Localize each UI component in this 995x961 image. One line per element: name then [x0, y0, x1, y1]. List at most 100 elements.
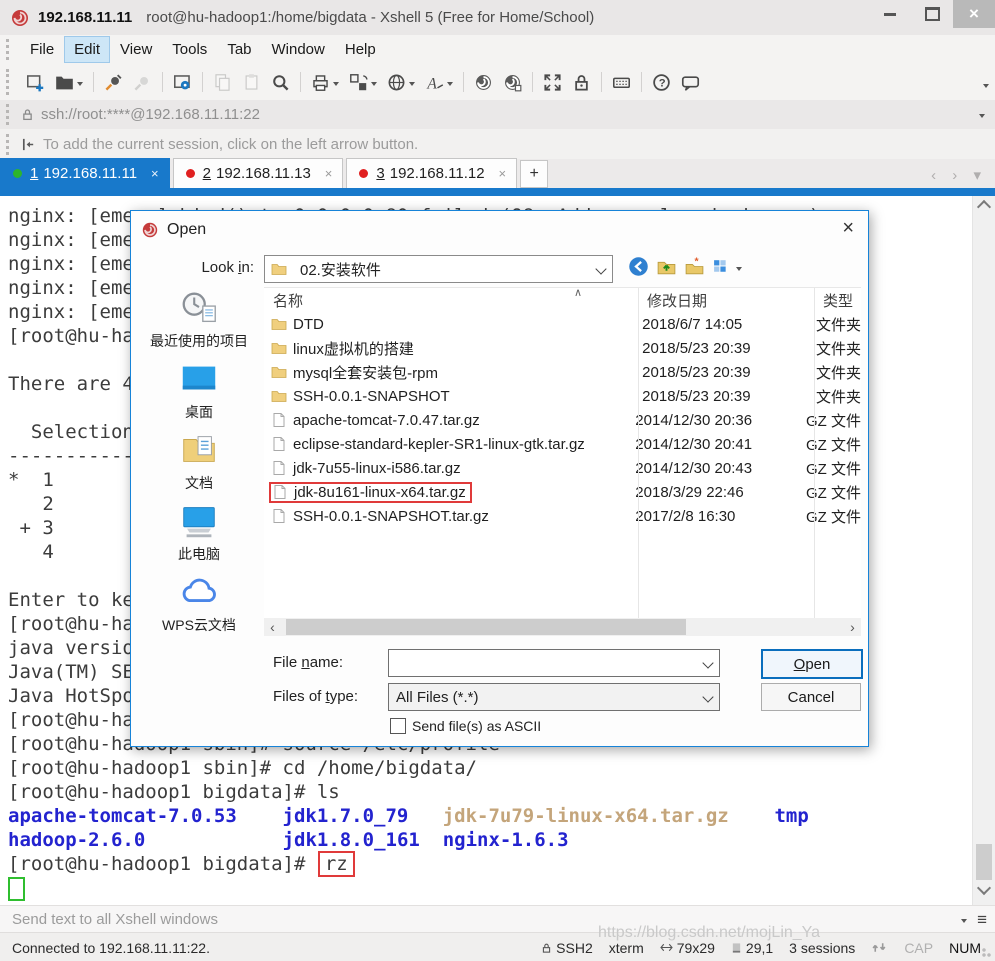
help-icon[interactable]: ?	[648, 69, 675, 96]
menu-item-edit[interactable]: Edit	[65, 37, 109, 62]
scroll-down-icon[interactable]	[977, 881, 991, 895]
toolbar-grip[interactable]	[6, 134, 13, 155]
place-cloud[interactable]: WPS云文档	[137, 571, 261, 642]
new-tab-button[interactable]: +	[520, 160, 548, 188]
toolbar-overflow-icon[interactable]	[983, 84, 989, 91]
scrollbar-thumb[interactable]	[286, 619, 686, 635]
open-folder-icon[interactable]	[51, 69, 87, 96]
connect-icon[interactable]	[100, 69, 127, 96]
tab-close-icon[interactable]: ×	[325, 166, 333, 181]
find-icon[interactable]	[267, 69, 294, 96]
up-one-level-button[interactable]	[656, 256, 677, 277]
menu-item-tools[interactable]: Tools	[163, 37, 216, 62]
files-of-type-select[interactable]: All Files (*.*)	[388, 683, 720, 711]
file-row[interactable]: mysql全套安装包-rpm2018/5/23 20:39文件夹	[264, 360, 861, 384]
sort-ascending-icon: ∧	[574, 287, 582, 299]
file-row[interactable]: apache-tomcat-7.0.47.tar.gz2014/12/30 20…	[264, 408, 861, 432]
look-in-combobox[interactable]: 02.安装软件	[264, 255, 613, 283]
place-desktop[interactable]: 桌面	[137, 358, 261, 429]
menu-item-tab[interactable]: Tab	[218, 37, 260, 62]
xshell-logo-icon	[141, 221, 159, 239]
menu-item-view[interactable]: View	[111, 37, 161, 62]
lock-icon[interactable]	[568, 69, 595, 96]
dropdown-caret-icon[interactable]	[77, 82, 83, 89]
session-tab-192.168.11.12[interactable]: 3192.168.11.12×	[346, 158, 517, 188]
ascii-checkbox[interactable]	[390, 718, 406, 734]
toolbar-grip[interactable]	[6, 104, 13, 124]
print-icon[interactable]	[307, 69, 343, 96]
place-recent[interactable]: 最近使用的项目	[137, 287, 261, 358]
menu-item-window[interactable]: Window	[263, 37, 334, 62]
file-row[interactable]: DTD2018/6/7 14:05文件夹	[264, 312, 861, 336]
file-date: 2018/5/23 20:39	[633, 364, 807, 381]
dropdown-caret-icon[interactable]	[447, 82, 453, 89]
column-header-type[interactable]: 类型	[814, 290, 853, 311]
maximize-button[interactable]	[911, 0, 953, 28]
send-text-input[interactable]: Send text to all Xshell windows	[12, 911, 218, 928]
dropdown-caret-icon[interactable]	[333, 82, 339, 89]
dialog-title-bar[interactable]: Open ×	[131, 211, 868, 249]
send-history-icon[interactable]	[961, 919, 967, 926]
back-button[interactable]	[628, 256, 649, 277]
minimize-button[interactable]	[869, 0, 911, 28]
transfer-icon[interactable]	[345, 69, 381, 96]
feedback-icon[interactable]	[677, 69, 704, 96]
dialog-close-icon[interactable]: ×	[842, 217, 854, 240]
new-folder-button[interactable]: *	[684, 256, 705, 277]
scrollbar-thumb[interactable]	[976, 844, 992, 880]
chevron-down-icon	[702, 657, 713, 668]
tab-close-icon[interactable]: ×	[499, 166, 507, 181]
file-name-input[interactable]	[388, 649, 720, 677]
file-row[interactable]: jdk-7u55-linux-i586.tar.gz2014/12/30 20:…	[264, 456, 861, 480]
title-bar[interactable]: 192.168.11.11 root@hu-hadoop1:/home/bigd…	[0, 0, 995, 35]
fullscreen-icon[interactable]	[539, 69, 566, 96]
terminal-scrollbar[interactable]	[972, 196, 995, 905]
tab-scroll-controls[interactable]: ‹ › ▾	[931, 166, 987, 184]
session-tab-192.168.11.11[interactable]: 1192.168.11.11×	[0, 158, 170, 188]
web-icon[interactable]	[383, 69, 419, 96]
xftp-icon[interactable]	[499, 69, 526, 96]
scroll-up-icon[interactable]	[977, 200, 991, 214]
view-menu-button[interactable]	[712, 256, 742, 277]
keyboard-icon[interactable]	[608, 69, 635, 96]
address-bar[interactable]: ssh://root:****@192.168.11.11:22	[0, 100, 995, 130]
dropdown-caret-icon[interactable]	[371, 82, 377, 89]
xshell-icon[interactable]	[470, 69, 497, 96]
file-row[interactable]: SSH-0.0.1-SNAPSHOT2018/5/23 20:39文件夹	[264, 384, 861, 408]
address-dropdown-icon[interactable]	[979, 114, 985, 121]
send-text-bar[interactable]: Send text to all Xshell windows ≡	[0, 905, 995, 933]
scroll-right-icon[interactable]: ›	[844, 618, 861, 636]
file-date: 2018/5/23 20:39	[633, 340, 807, 357]
open-button[interactable]: Open	[761, 649, 863, 679]
file-row[interactable]: SSH-0.0.1-SNAPSHOT.tar.gz2017/2/8 16:30G…	[264, 504, 861, 528]
cursor-position: 29,1	[731, 940, 773, 956]
send-menu-icon[interactable]: ≡	[977, 910, 987, 930]
toolbar-grip[interactable]	[6, 39, 13, 59]
cancel-button[interactable]: Cancel	[761, 683, 861, 711]
column-header-date[interactable]: 修改日期	[638, 290, 814, 311]
font-icon[interactable]: A	[421, 69, 457, 96]
file-name-inner: SSH-0.0.1-SNAPSHOT	[269, 387, 455, 406]
scroll-left-icon[interactable]: ‹	[264, 618, 281, 636]
menu-item-file[interactable]: File	[21, 37, 63, 62]
close-button[interactable]: ×	[953, 0, 995, 28]
tab-close-icon[interactable]: ×	[151, 166, 159, 181]
resize-grip[interactable]	[981, 947, 993, 959]
file-row[interactable]: eclipse-standard-kepler-SR1-linux-gtk.ta…	[264, 432, 861, 456]
place-documents[interactable]: 文档	[137, 429, 261, 500]
dropdown-caret-icon[interactable]	[409, 82, 415, 89]
file-row[interactable]: jdk-8u161-linux-x64.tar.gz2018/3/29 22:4…	[264, 480, 861, 504]
terminal-line: [root@hu-hadoop1 bigdata]# ls	[8, 780, 965, 804]
file-list-hscrollbar[interactable]: ‹ ›	[264, 618, 861, 636]
place-thispc[interactable]: 此电脑	[137, 500, 261, 571]
session-tab-192.168.11.13[interactable]: 2192.168.11.13×	[173, 158, 344, 188]
new-session-icon[interactable]	[22, 69, 49, 96]
menu-item-help[interactable]: Help	[336, 37, 385, 62]
toolbar-grip[interactable]	[6, 69, 13, 94]
properties-icon[interactable]	[169, 69, 196, 96]
file-row[interactable]: linux虚拟机的搭建2018/5/23 20:39文件夹	[264, 336, 861, 360]
address-url[interactable]: ssh://root:****@192.168.11.11:22	[41, 106, 260, 123]
file-name: eclipse-standard-kepler-SR1-linux-gtk.ta…	[293, 436, 585, 453]
file-name-cell: mysql全套安装包-rpm	[264, 361, 633, 384]
terminal-line: [root@hu-hadoop1 sbin]# cd /home/bigdata…	[8, 756, 965, 780]
